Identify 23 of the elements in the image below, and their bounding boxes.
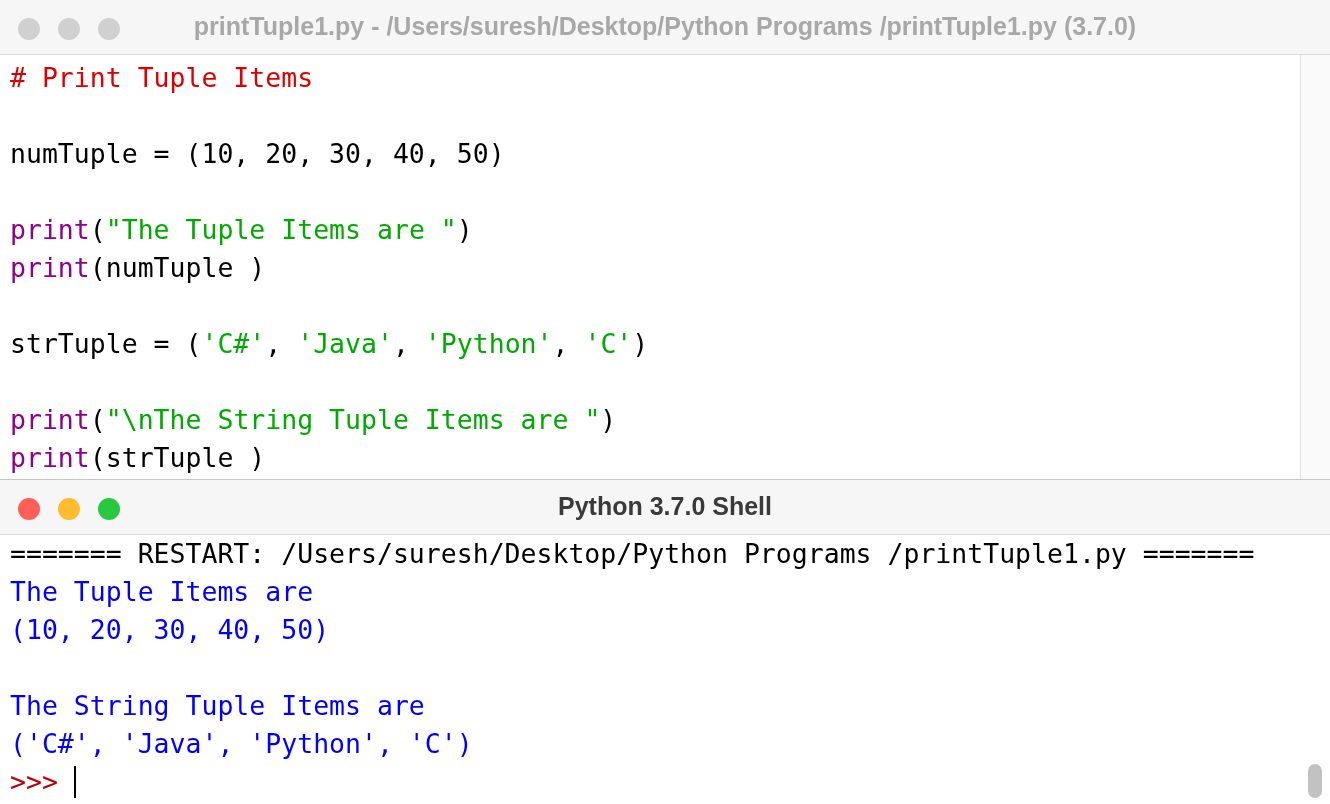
- code-line: print(numTuple ): [10, 252, 266, 283]
- code-line: print("\nThe String Tuple Items are "): [10, 404, 617, 435]
- shell-prompt: >>>: [10, 765, 58, 799]
- output-line: (10, 20, 30, 40, 50): [10, 613, 330, 647]
- code-line: print(strTuple ): [10, 442, 266, 473]
- code-line: # Print Tuple Items: [10, 62, 314, 93]
- zoom-button[interactable]: [98, 18, 120, 40]
- minimize-button[interactable]: [58, 18, 80, 40]
- output-line: ('C#', 'Java', 'Python', 'C'): [10, 727, 473, 761]
- restart-line: ======= RESTART: /Users/suresh/Desktop/Python Programs /printTuple1.py =======: [10, 537, 1255, 571]
- close-button[interactable]: [18, 498, 40, 520]
- text-cursor: [73, 766, 76, 798]
- scrollbar-thumb[interactable]: [1308, 764, 1322, 798]
- output-line: The Tuple Items are: [10, 575, 314, 609]
- code-line: strTuple = ('C#', 'Java', 'Python', 'C'): [10, 328, 649, 359]
- code-line: print("The Tuple Items are "): [10, 214, 473, 245]
- window-title: Python 3.7.0 Shell: [558, 491, 772, 523]
- zoom-button[interactable]: [98, 498, 120, 520]
- close-button[interactable]: [18, 18, 40, 40]
- code-line: numTuple = (10, 20, 30, 40, 50): [10, 138, 505, 169]
- window-title: printTuple1.py - /Users/suresh/Desktop/Python Programs /printTuple1.py (3.7.0): [193, 11, 1137, 43]
- minimize-button[interactable]: [58, 498, 80, 520]
- output-line: The String Tuple Items are: [10, 689, 425, 723]
